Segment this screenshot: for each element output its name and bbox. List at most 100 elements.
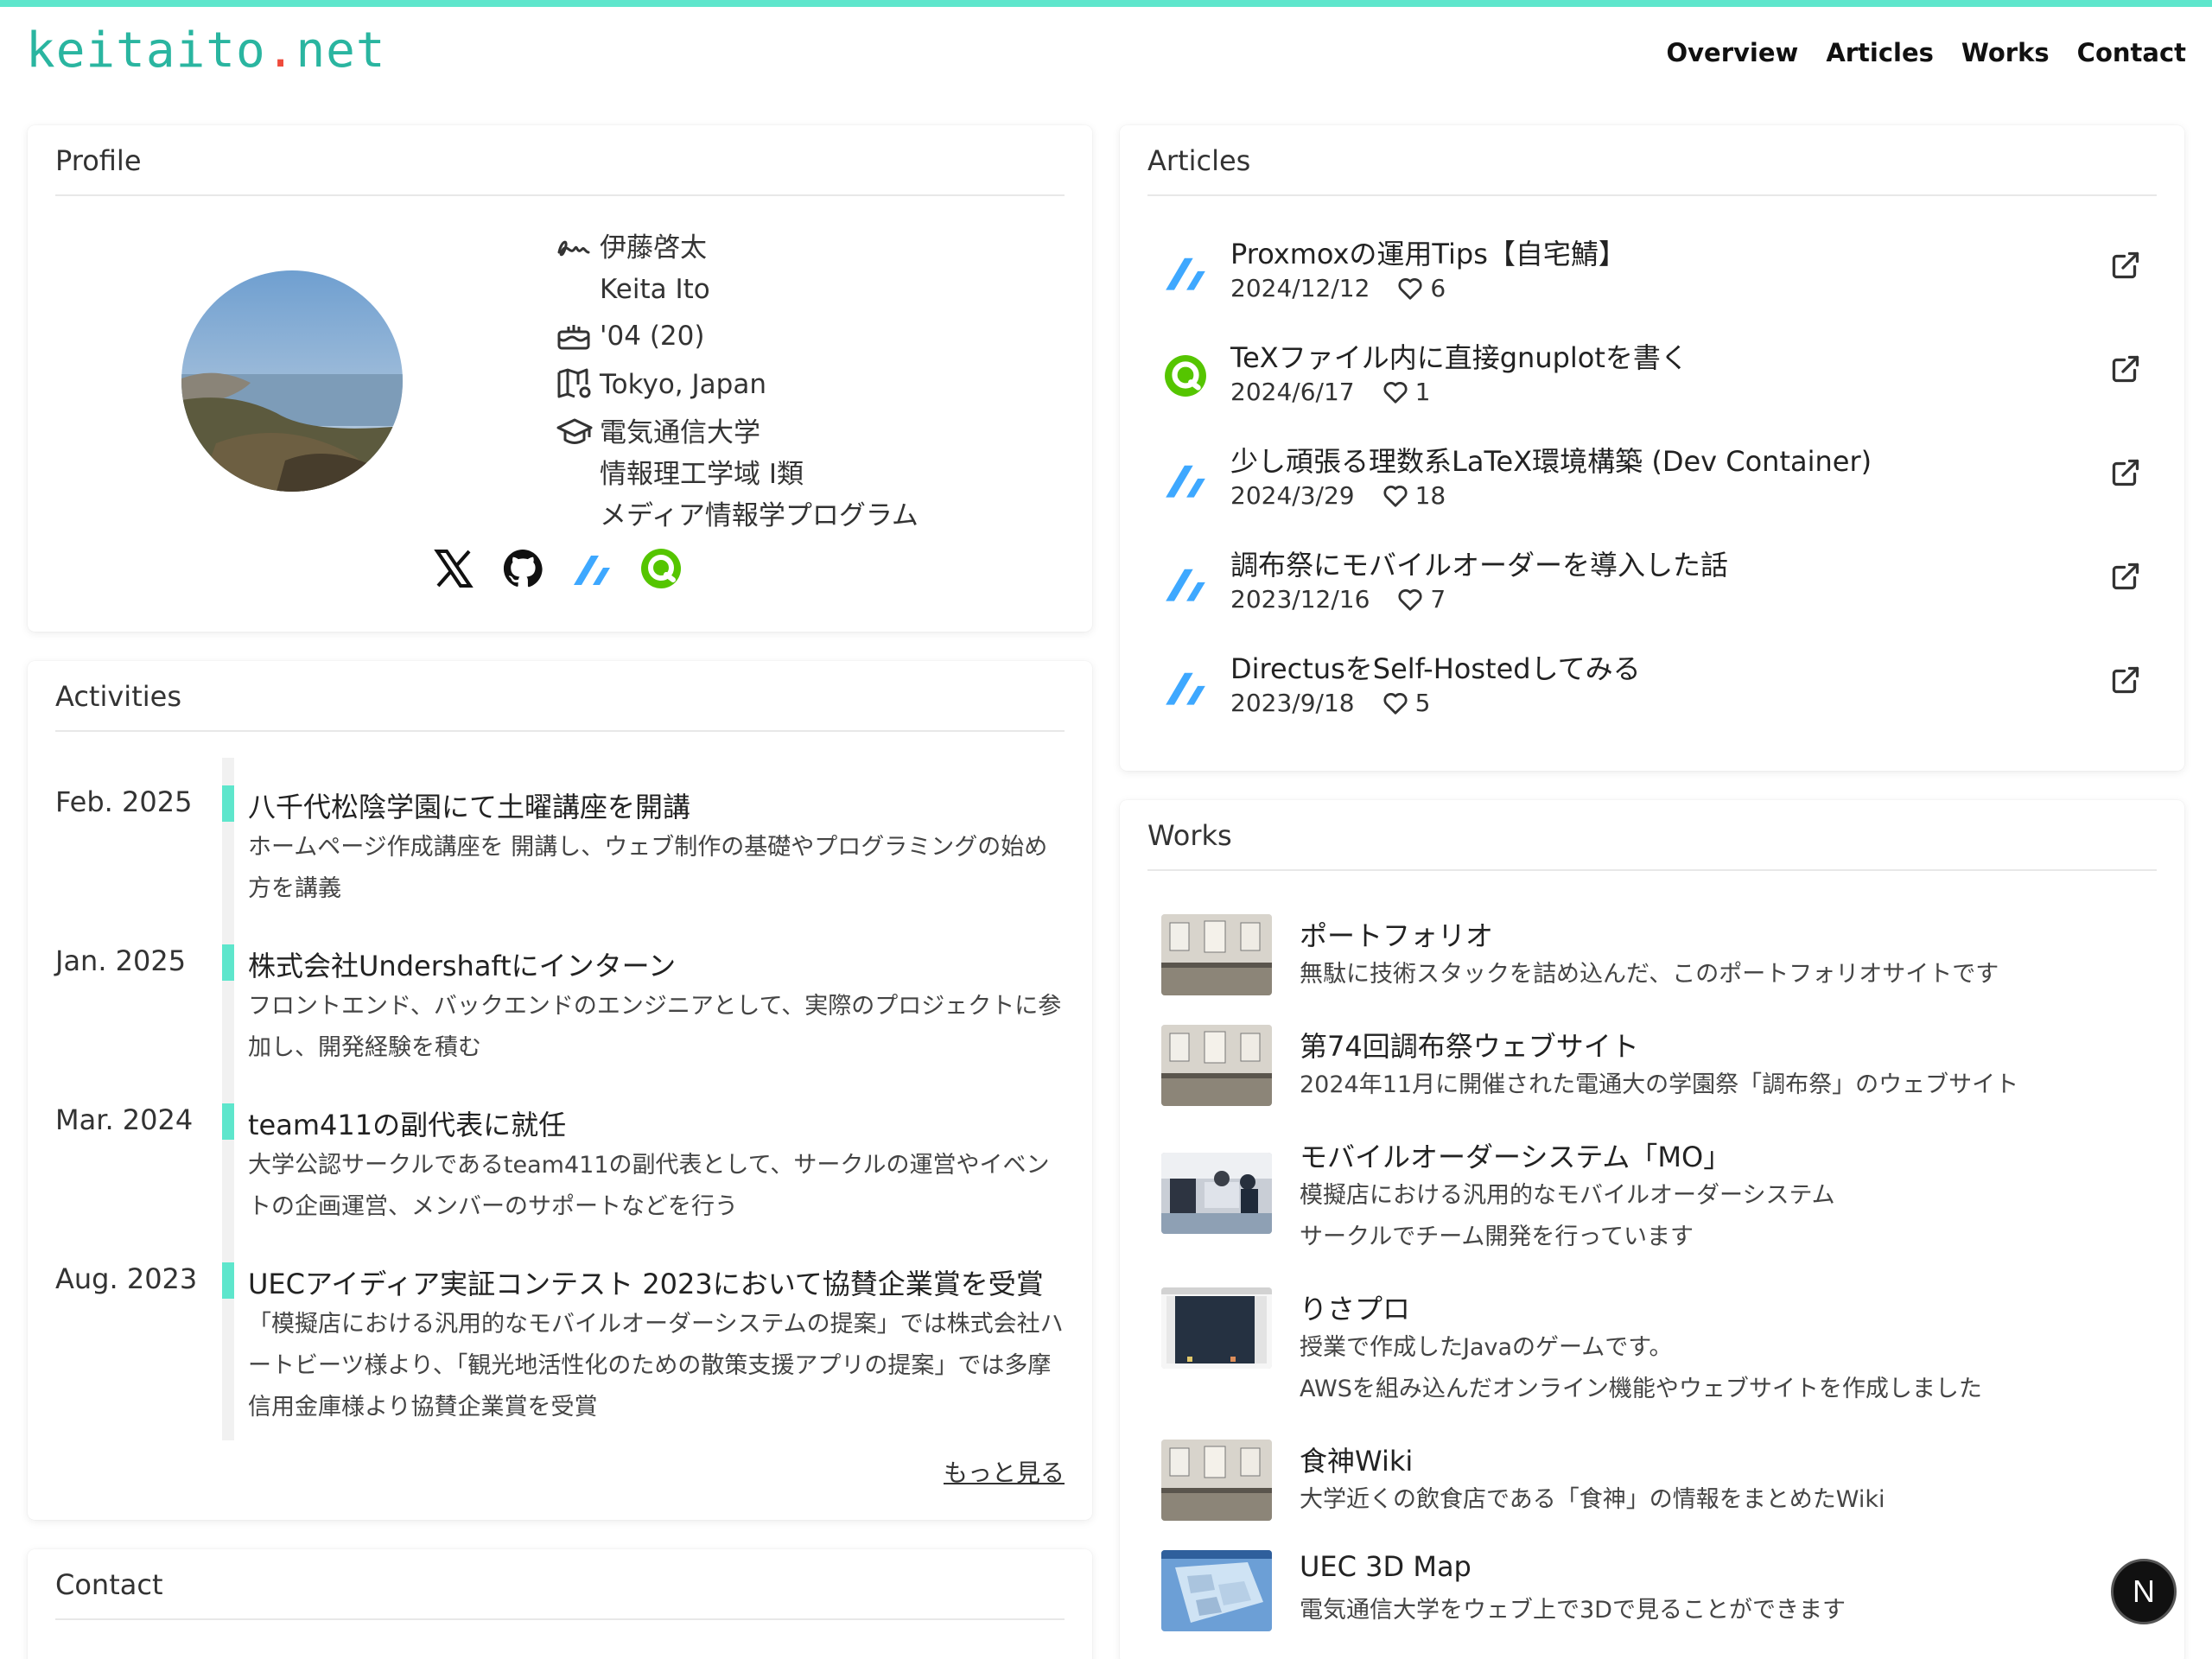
likes-count: 7 [1430, 585, 1446, 613]
qiita-icon[interactable] [639, 547, 683, 590]
article-date: 2023/9/18 [1230, 689, 1355, 717]
heart-icon [1383, 692, 1408, 715]
heart-icon [1383, 485, 1408, 507]
article-title[interactable]: 調布祭にモバイルオーダーを導入した話 [1230, 543, 1728, 583]
article-title[interactable]: DirectusをSelf-Hostedしてみる [1230, 647, 1641, 687]
work-title[interactable]: ポートフォリオ [1300, 914, 1493, 954]
work-desc: 大学近くの飲食店である「食神」の情報をまとめたWiki [1300, 1486, 1885, 1513]
work-title[interactable]: りさプロ [1300, 1287, 1410, 1327]
work-desc: 模擬店における汎用的なモバイルオーダーシステム [1300, 1182, 1835, 1209]
work-desc: 電気通信大学をウェブ上で3Dで見ることができます [1300, 1597, 1846, 1624]
see-more-link[interactable]: もっと見る [944, 1454, 1065, 1489]
likes-count: 5 [1414, 689, 1431, 717]
work-desc: サークルでチーム開発を行っています [1300, 1224, 1694, 1250]
location-row: Tokyo, Japan [556, 364, 918, 405]
article-meta: 2024/12/12 6 [1230, 274, 1446, 302]
map-icon [556, 364, 600, 404]
articles-card: Articles Proxmoxの運用Tips【自宅鯖】 2024/12/12 … [1120, 125, 2184, 771]
program-name: メディア情報学プログラム [600, 500, 918, 531]
contact-card: Contact [28, 1549, 1092, 1659]
external-link-icon[interactable] [2110, 561, 2141, 592]
work-thumbnail [1161, 1153, 1272, 1234]
qiita-icon [1161, 352, 1210, 400]
timeline-marker [222, 944, 234, 981]
external-link-icon[interactable] [2110, 250, 2141, 281]
activity-desc: ホームページ作成講座を 開講し、ウェブ制作の基礎やプログラミングの始め方を講義 [248, 834, 1048, 902]
profile-info: 伊藤啓太 Keita Ito '04 (20) Tokyo, Japan 電気通… [556, 227, 918, 537]
article-date: 2023/12/16 [1230, 585, 1370, 613]
header: keitaito.net Overview Articles Works Con… [0, 7, 2212, 93]
name-ja: 伊藤啓太 [600, 232, 707, 264]
nav-works[interactable]: Works [1961, 38, 2050, 67]
main-nav: Overview Articles Works Contact [1666, 38, 2186, 67]
article-item[interactable]: 少し頑張る理数系LaTeX環境構築 (Dev Container) 2024/3… [1120, 436, 2184, 540]
top-accent-bar [0, 0, 2212, 7]
external-link-icon[interactable] [2110, 353, 2141, 385]
nav-overview[interactable]: Overview [1666, 38, 1798, 67]
article-likes: 5 [1382, 689, 1431, 717]
timeline-marker [222, 1103, 234, 1140]
article-title[interactable]: TeXファイル内に直接gnuplotを書く [1230, 336, 1688, 376]
nav-articles[interactable]: Articles [1826, 38, 1934, 67]
activities-title: Activities [55, 680, 181, 713]
profile-title: Profile [55, 144, 142, 177]
activity-date: Aug. 2023 [55, 1262, 198, 1295]
article-date: 2024/6/17 [1230, 378, 1355, 406]
works-title: Works [1147, 819, 1232, 852]
github-icon[interactable] [501, 547, 544, 590]
work-thumbnail [1161, 1440, 1272, 1521]
article-item[interactable]: Proxmoxの運用Tips【自宅鯖】 2024/12/12 6 [1120, 229, 2184, 333]
work-title[interactable]: UEC 3D Map [1300, 1550, 1471, 1583]
article-likes: 7 [1397, 585, 1446, 613]
profile-divider [55, 194, 1065, 196]
school-row: 電気通信大学 情報理工学域 I類 メディア情報学プログラム [556, 412, 918, 537]
article-item[interactable]: TeXファイル内に直接gnuplotを書く 2024/6/17 1 [1120, 333, 2184, 436]
external-link-icon[interactable] [2110, 457, 2141, 488]
likes-count: 18 [1414, 481, 1446, 510]
cake-icon [556, 315, 600, 355]
zenn-icon [1161, 455, 1210, 504]
article-date: 2024/3/29 [1230, 481, 1355, 510]
work-thumbnail [1161, 1025, 1272, 1106]
zenn-icon[interactable] [570, 547, 613, 590]
contact-title: Contact [55, 1568, 163, 1601]
article-meta: 2023/12/16 7 [1230, 585, 1446, 613]
zenn-icon [1161, 663, 1210, 711]
work-title[interactable]: 食神Wiki [1300, 1440, 1413, 1479]
articles-divider [1147, 194, 2157, 196]
article-title[interactable]: 少し頑張る理数系LaTeX環境構築 (Dev Container) [1230, 440, 1872, 480]
name-row: 伊藤啓太 Keita Ito [556, 227, 918, 310]
activity-title: team411の副代表に就任 [248, 1109, 567, 1141]
work-title[interactable]: モバイルオーダーシステム「MO」 [1300, 1135, 1731, 1175]
nav-contact[interactable]: Contact [2077, 38, 2186, 67]
article-item[interactable]: 調布祭にモバイルオーダーを導入した話 2023/12/16 7 [1120, 540, 2184, 644]
article-item[interactable]: DirectusをSelf-Hostedしてみる 2023/9/18 5 [1120, 644, 2184, 747]
activity-title: 株式会社Undershaftにインターン [248, 950, 677, 982]
article-meta: 2024/6/17 1 [1230, 378, 1430, 406]
article-date: 2024/12/12 [1230, 274, 1370, 302]
work-desc: AWSを組み込んだオンライン機能やウェブサイトを作成しました [1300, 1376, 1982, 1402]
birth-text: '04 (20) [600, 321, 705, 352]
profile-card: Profile 伊藤啓太 Keita Ito '04 (20) Tokyo, J… [28, 125, 1092, 632]
article-title[interactable]: Proxmoxの運用Tips【自宅鯖】 [1230, 232, 1626, 272]
x-icon[interactable] [432, 547, 475, 590]
heart-icon [1398, 277, 1422, 300]
zenn-icon [1161, 248, 1210, 296]
timeline-marker [222, 1262, 234, 1299]
nextjs-dev-button[interactable]: N [2111, 1559, 2177, 1624]
work-title[interactable]: 第74回調布祭ウェブサイト [1300, 1025, 1639, 1065]
article-likes: 18 [1382, 481, 1446, 510]
zenn-icon [1161, 559, 1210, 607]
article-list: Proxmoxの運用Tips【自宅鯖】 2024/12/12 6 TeXファイル… [1120, 229, 2184, 747]
works-divider [1147, 869, 2157, 871]
work-desc: 無駄に技術スタックを詰め込んだ、このポートフォリオサイトです [1300, 961, 1999, 988]
activities-divider [55, 730, 1065, 732]
site-logo[interactable]: keitaito.net [26, 22, 386, 79]
external-link-icon[interactable] [2110, 664, 2141, 696]
signature-icon [556, 227, 600, 267]
activity-desc: 「模擬店における汎用的なモバイルオーダーシステムの提案」では株式会社ハートビーツ… [248, 1311, 1064, 1421]
location-text: Tokyo, Japan [600, 369, 766, 400]
article-likes: 6 [1397, 274, 1446, 302]
avatar [181, 270, 403, 492]
article-meta: 2024/3/29 18 [1230, 481, 1446, 510]
